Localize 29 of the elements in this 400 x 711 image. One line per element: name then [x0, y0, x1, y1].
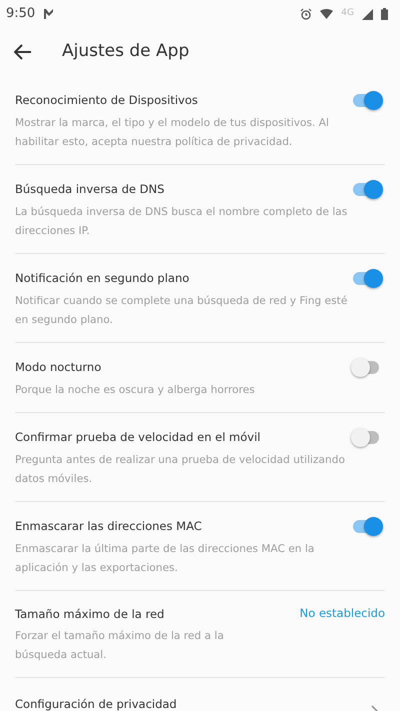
setting-title: Tamaño máximo de la red [15, 606, 164, 623]
back-arrow-icon[interactable] [14, 44, 32, 60]
status-time: 9:50 [6, 5, 36, 24]
setting-value-link[interactable]: No establecido [300, 605, 385, 623]
setting-description: La búsqueda inversa de DNS busca el nombre completo de las direcciones IP. [15, 205, 348, 239]
notification-icon [43, 8, 56, 20]
setting-description: Mostrar la marca, el tipo y el modelo de tus dispositivos. Al habilitar esto, acepta nuestra política de privacidad. [15, 116, 330, 150]
toggle-switch[interactable] [351, 267, 383, 289]
setting-description: Forzar el tamaño máximo de la red a la búsqueda actual. [15, 629, 225, 663]
alarm-icon [300, 8, 312, 20]
setting-title: Enmascarar las direcciones MAC [15, 518, 202, 535]
setting-title: Reconocimiento de Dispositivos [15, 92, 198, 109]
wifi-icon [320, 9, 334, 19]
toggle-switch[interactable] [351, 178, 383, 200]
setting-description: Pregunta antes de realizar una prueba de velocidad utilizando datos móviles. [15, 453, 346, 487]
toggle-switch[interactable] [351, 515, 383, 537]
setting-title: Modo nocturno [15, 359, 102, 376]
setting-title: Confirmar prueba de velocidad en el móvil [15, 429, 260, 446]
setting-description: Enmascarar la última parte de las direcciones MAC en la aplicación y las exportaciones. [15, 542, 316, 576]
signal-icon [362, 8, 373, 20]
battery-icon [381, 8, 388, 20]
toggle-switch[interactable] [351, 89, 383, 111]
network-label: 4G [341, 7, 354, 20]
setting-title: Notificación en segundo plano [15, 270, 190, 287]
setting-title: Configuración de privacidad [15, 696, 177, 711]
screen-title: Ajustes de App [62, 40, 190, 64]
setting-title: Búsqueda inversa de DNS [15, 181, 164, 198]
setting-description: Notificar cuando se complete una búsqueda de red y Fing esté en segundo plano. [15, 294, 348, 328]
setting-description: Porque la noche es oscura y alberga horrores [15, 383, 256, 398]
